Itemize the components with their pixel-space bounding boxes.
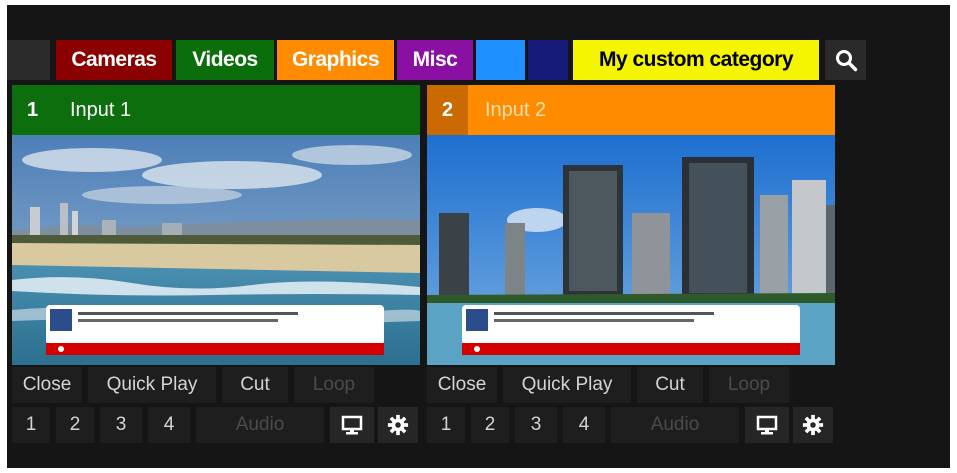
monitor-button[interactable]: [745, 407, 789, 443]
vmix-input-area: Cameras Videos Graphics Misc My custom c…: [7, 5, 950, 468]
tab-left-blank: [7, 40, 50, 80]
tab-videos[interactable]: Videos: [176, 40, 274, 80]
input-header[interactable]: 2 Input 2: [427, 85, 835, 135]
input-number: 1: [12, 85, 53, 135]
overlay-2-button[interactable]: 2: [471, 407, 509, 443]
tab-my-custom-category[interactable]: My custom category: [573, 40, 819, 80]
overlay-3-button[interactable]: 3: [100, 407, 142, 443]
tab-custom-blue[interactable]: [476, 40, 525, 80]
search-button[interactable]: [825, 40, 866, 80]
category-tab-bar: Cameras Videos Graphics Misc My custom c…: [7, 35, 950, 80]
cut-button[interactable]: Cut: [222, 367, 288, 403]
audio-button[interactable]: Audio: [196, 407, 324, 443]
tab-graphics[interactable]: Graphics: [277, 40, 394, 80]
input-header[interactable]: 1 Input 1: [12, 85, 420, 135]
quick-play-button[interactable]: Quick Play: [88, 367, 216, 403]
tab-cameras[interactable]: Cameras: [56, 40, 172, 80]
gear-icon: [387, 414, 409, 436]
close-button[interactable]: Close: [12, 367, 82, 403]
close-button[interactable]: Close: [427, 367, 497, 403]
overlay-4-button[interactable]: 4: [148, 407, 190, 443]
search-icon: [835, 50, 857, 72]
input-title: Input 1: [70, 98, 132, 121]
overlay-3-button[interactable]: 3: [515, 407, 557, 443]
tab-misc[interactable]: Misc: [397, 40, 473, 80]
input-preview[interactable]: [427, 135, 835, 365]
input-number: 2: [427, 85, 468, 135]
monitor-button[interactable]: [330, 407, 374, 443]
overlay-4-button[interactable]: 4: [563, 407, 605, 443]
loop-button[interactable]: Loop: [294, 367, 374, 403]
audio-button[interactable]: Audio: [611, 407, 739, 443]
city-preview-image: [427, 135, 835, 365]
tab-custom-navy[interactable]: [528, 40, 568, 80]
overlay-1-button[interactable]: 1: [427, 407, 465, 443]
input-preview[interactable]: [12, 135, 420, 365]
input-title: Input 2: [485, 98, 547, 121]
settings-button[interactable]: [793, 407, 833, 443]
monitor-icon: [341, 415, 363, 435]
loop-button[interactable]: Loop: [709, 367, 789, 403]
input-panel-1: 1 Input 1 Close Quick Play Cut Loop 1 2 …: [12, 85, 420, 445]
monitor-icon: [756, 415, 778, 435]
cut-button[interactable]: Cut: [637, 367, 703, 403]
overlay-1-button[interactable]: 1: [12, 407, 50, 443]
settings-button[interactable]: [378, 407, 418, 443]
gear-icon: [802, 414, 824, 436]
quick-play-button[interactable]: Quick Play: [503, 367, 631, 403]
beach-preview-image: [12, 135, 420, 365]
input-panel-2: 2 Input 2 Close Quick Play Cut Loop 1 2 …: [427, 85, 835, 445]
overlay-2-button[interactable]: 2: [56, 407, 94, 443]
